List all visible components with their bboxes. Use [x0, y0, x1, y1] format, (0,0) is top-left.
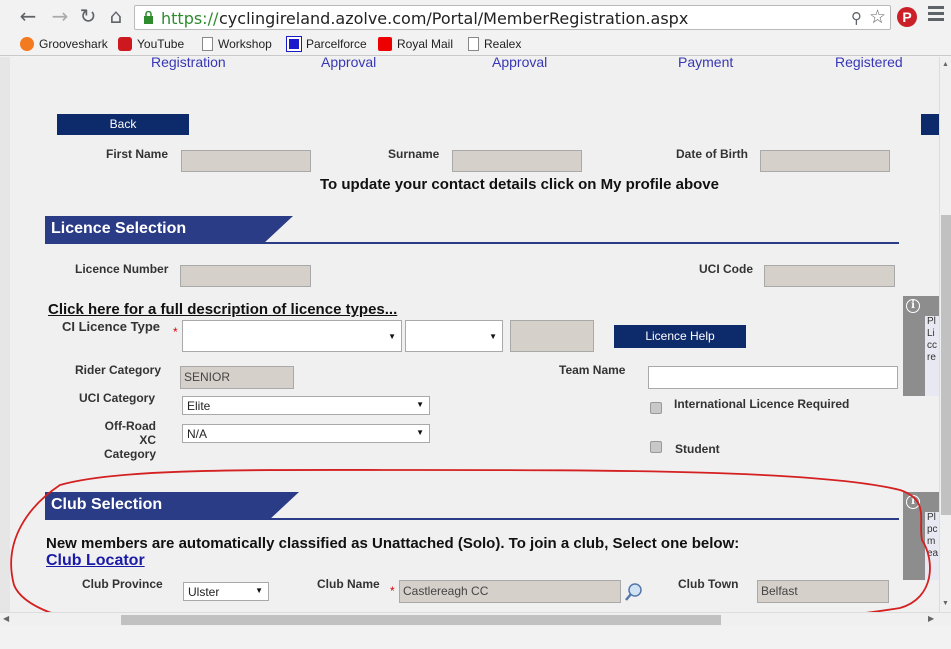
horizontal-scroll-thumb[interactable] [121, 615, 721, 625]
vertical-scrollbar[interactable]: ▲ ▼ [939, 57, 951, 612]
scroll-down-icon[interactable]: ▼ [942, 600, 949, 607]
scroll-up-icon[interactable]: ▲ [942, 61, 949, 68]
scroll-right-icon[interactable]: ▶ [928, 614, 934, 623]
vertical-scroll-thumb[interactable] [941, 215, 951, 515]
status-bar [0, 626, 951, 649]
horizontal-scrollbar[interactable]: ◀ ▶ [0, 612, 951, 626]
red-annotation-circle [10, 469, 931, 642]
scroll-left-icon[interactable]: ◀ [3, 614, 9, 623]
